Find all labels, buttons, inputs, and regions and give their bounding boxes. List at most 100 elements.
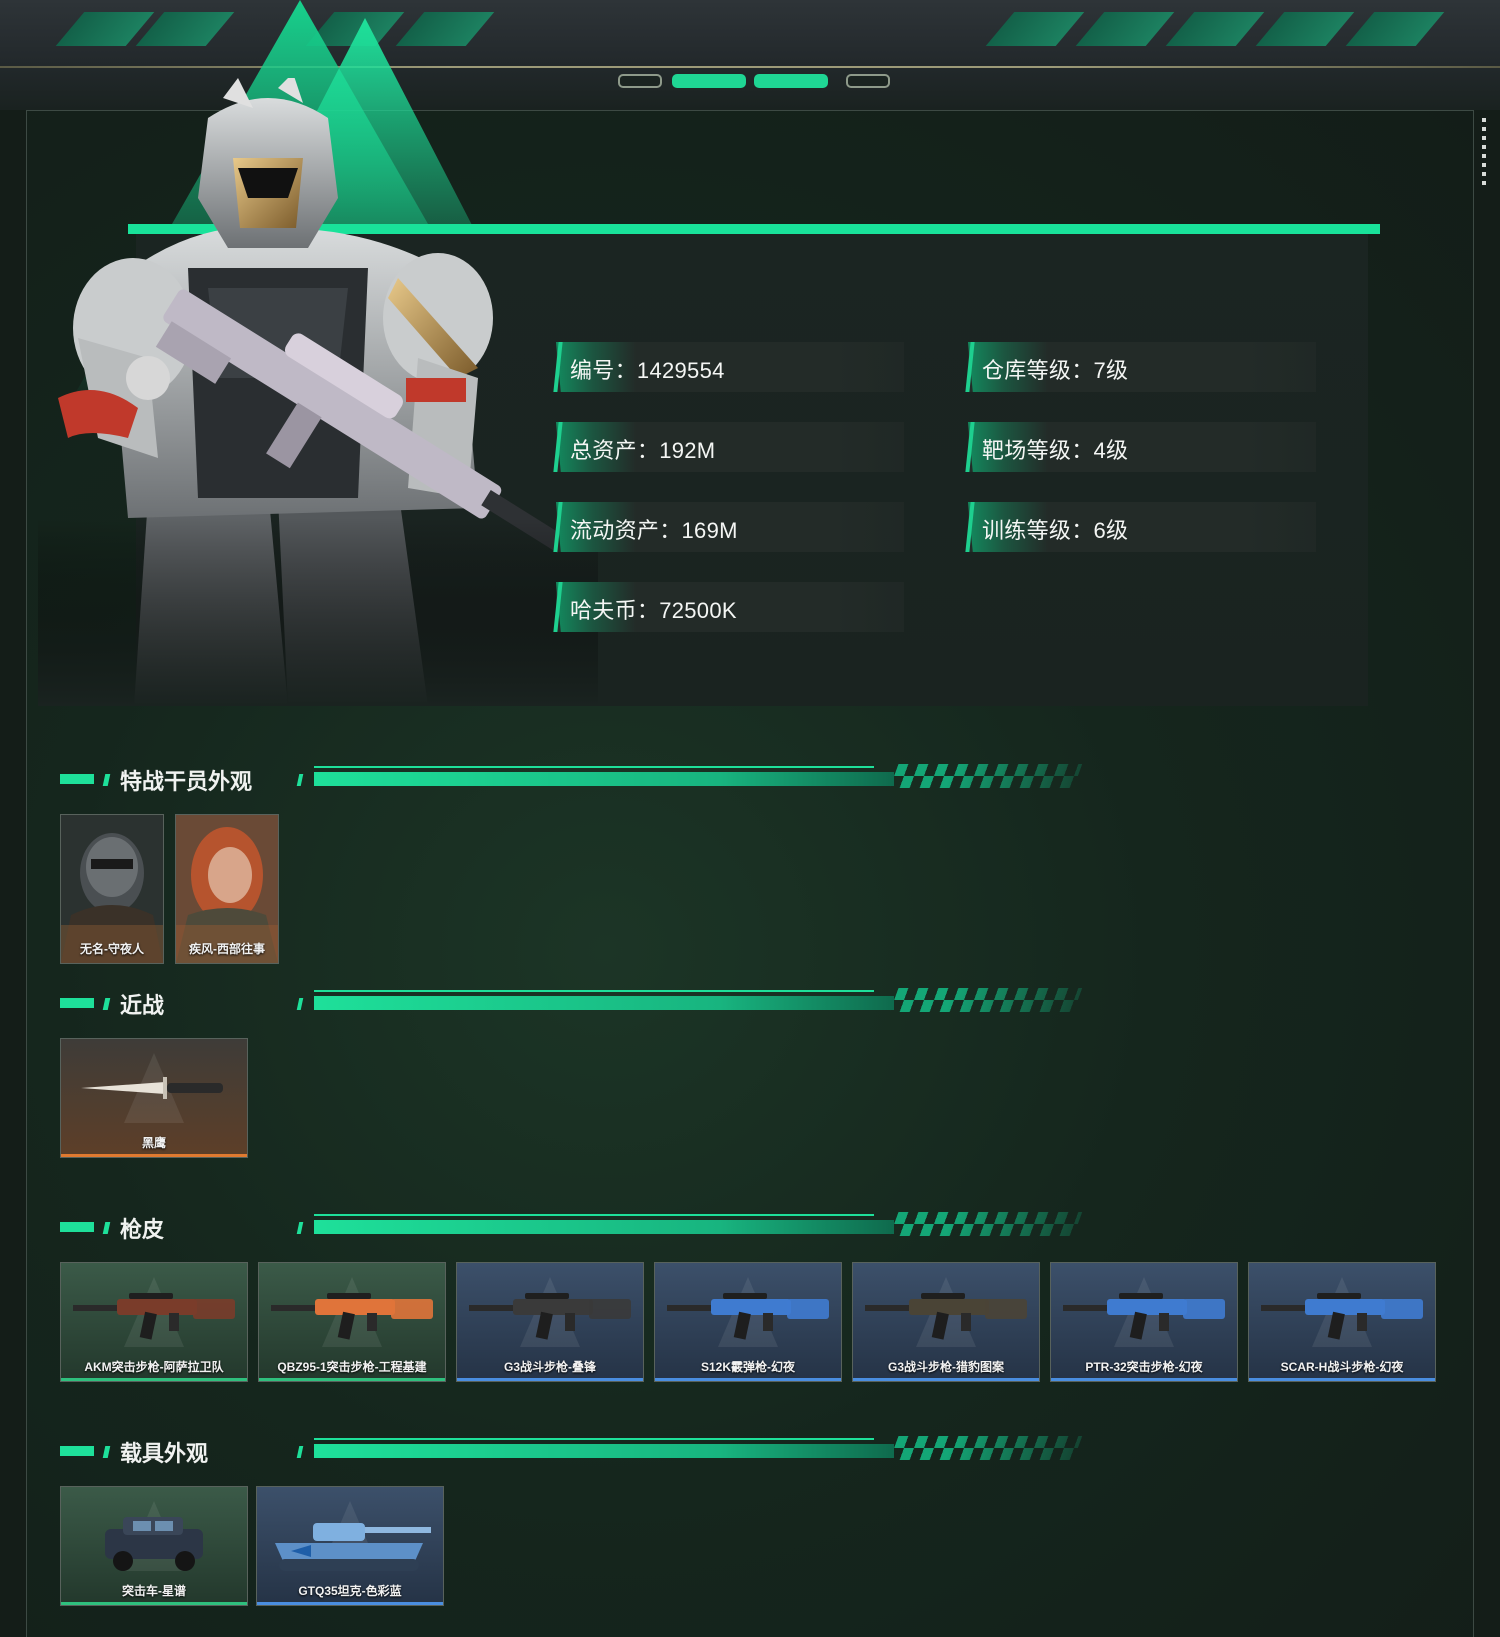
section-title: 载具外观	[120, 1441, 209, 1466]
header-accent	[296, 1222, 304, 1234]
gun-skin-name: AKM突击步枪-阿萨拉卫队	[84, 1360, 224, 1374]
hud-pill-active	[754, 74, 828, 88]
stat-label: 仓库等级：	[982, 358, 1094, 383]
stat-value: 7级	[1093, 358, 1129, 383]
header-bar	[314, 766, 894, 786]
stat-player-id: 编号：1429554	[556, 342, 904, 392]
rarity-line	[61, 1378, 247, 1381]
section-header-gun-skins: 枪皮	[60, 1210, 1083, 1242]
rarity-line	[457, 1378, 643, 1381]
rarity-line	[257, 1602, 443, 1605]
gun-skin-name: S12K霰弹枪-幻夜	[700, 1360, 795, 1374]
header-accent	[60, 774, 94, 784]
vehicle-icon	[105, 1517, 203, 1571]
rarity-line	[1051, 1378, 1237, 1381]
rifle-icon	[865, 1293, 1027, 1340]
gun-skin-card[interactable]: AKM突击步枪-阿萨拉卫队	[60, 1262, 248, 1382]
operator-name: 疾风-西部往事	[189, 942, 265, 956]
gun-skin-name: PTR-32突击步枪-幻夜	[1085, 1360, 1203, 1374]
stat-value: 1429554	[636, 358, 725, 383]
header-accent	[296, 774, 304, 786]
header-bar	[314, 1438, 894, 1458]
hud-pill	[846, 74, 890, 88]
stat-warehouse-level: 仓库等级：7级	[968, 342, 1316, 392]
section-header-operators: 特战干员外观	[60, 762, 1083, 794]
operator-card[interactable]: 疾风-西部往事	[175, 814, 279, 964]
stat-training-level: 训练等级：6级	[968, 502, 1316, 552]
operator-card[interactable]: 无名-守夜人	[60, 814, 164, 964]
scroll-indicator	[1482, 118, 1486, 188]
hud-pill-active	[672, 74, 746, 88]
melee-name: 黑鹰	[141, 1136, 166, 1150]
header-accent	[60, 1222, 94, 1232]
stat-total-assets: 总资产：192M	[556, 422, 904, 472]
melee-card[interactable]: 黑鹰	[60, 1038, 248, 1158]
rifle-icon	[469, 1293, 631, 1340]
hud-stripe	[135, 12, 235, 46]
rifle-icon	[73, 1293, 235, 1340]
stat-value: 72500K	[659, 598, 737, 623]
rarity-line	[655, 1378, 841, 1381]
header-accent	[102, 1222, 111, 1234]
knife-icon	[81, 1077, 223, 1099]
hud-stripe	[395, 12, 495, 46]
rarity-line	[61, 1154, 247, 1157]
gun-skin-name: G3战斗步枪-叠锋	[503, 1360, 596, 1374]
operator-soldier-icon	[38, 78, 598, 706]
vehicle-name: GTQ35坦克-色彩蓝	[298, 1584, 402, 1598]
gun-skin-name: G3战斗步枪-猎豹图案	[887, 1360, 1004, 1374]
gun-skin-card[interactable]: SCAR-H战斗步枪-幻夜	[1248, 1262, 1436, 1382]
header-bar	[314, 990, 894, 1010]
hud-stripe	[1075, 12, 1175, 46]
stat-label: 编号：	[570, 358, 637, 383]
stat-value: 6级	[1093, 518, 1129, 543]
rarity-line	[1249, 1378, 1435, 1381]
header-checker	[889, 764, 1083, 788]
vehicle-card[interactable]: 突击车-星谱	[60, 1486, 248, 1606]
hud-pill	[618, 74, 662, 88]
section-header-melee: 近战	[60, 986, 1083, 1018]
stat-range-level: 靶场等级：4级	[968, 422, 1316, 472]
stat-value: 4级	[1093, 438, 1129, 463]
header-accent	[60, 1446, 94, 1456]
rarity-line	[259, 1378, 445, 1381]
header-bar	[314, 1214, 894, 1234]
header-checker	[889, 1212, 1083, 1236]
vehicle-name: 突击车-星谱	[122, 1584, 186, 1598]
gun-skin-card[interactable]: S12K霰弹枪-幻夜	[654, 1262, 842, 1382]
stat-value: 192M	[659, 438, 716, 463]
rifle-icon	[1261, 1293, 1423, 1340]
gun-skin-card[interactable]: PTR-32突击步枪-幻夜	[1050, 1262, 1238, 1382]
stat-label: 流动资产：	[570, 518, 682, 543]
header-accent	[60, 998, 94, 1008]
stat-label: 总资产：	[570, 438, 660, 463]
header-accent	[296, 1446, 304, 1458]
gun-skin-card[interactable]: QBZ95-1突击步枪-工程基建	[258, 1262, 446, 1382]
gun-skin-card[interactable]: G3战斗步枪-猎豹图案	[852, 1262, 1040, 1382]
section-title: 枪皮	[120, 1217, 165, 1242]
section-title: 近战	[120, 993, 165, 1018]
hud-line	[0, 66, 1500, 68]
gun-skin-card[interactable]: G3战斗步枪-叠锋	[456, 1262, 644, 1382]
rifle-icon	[1063, 1293, 1225, 1340]
tank-icon	[275, 1523, 431, 1571]
header-accent	[102, 774, 111, 786]
gun-skin-name: QBZ95-1突击步枪-工程基建	[277, 1360, 427, 1374]
section-header-vehicles: 载具外观	[60, 1434, 1083, 1466]
rarity-line	[853, 1378, 1039, 1381]
vehicle-card[interactable]: GTQ35坦克-色彩蓝	[256, 1486, 444, 1606]
operator-name: 无名-守夜人	[80, 942, 144, 956]
hud-stripe	[1165, 12, 1265, 46]
stat-liquid-assets: 流动资产：169M	[556, 502, 904, 552]
gun-skin-name: SCAR-H战斗步枪-幻夜	[1280, 1360, 1404, 1374]
stat-label: 哈夫币：	[570, 598, 660, 623]
header-accent	[102, 1446, 111, 1458]
hud-stripe	[1255, 12, 1355, 46]
rifle-icon	[271, 1293, 433, 1340]
hud-stripe	[985, 12, 1085, 46]
section-title: 特战干员外观	[120, 769, 253, 794]
rarity-line	[61, 1602, 247, 1605]
header-checker	[889, 1436, 1083, 1460]
rifle-icon	[667, 1293, 829, 1340]
header-checker	[889, 988, 1083, 1012]
